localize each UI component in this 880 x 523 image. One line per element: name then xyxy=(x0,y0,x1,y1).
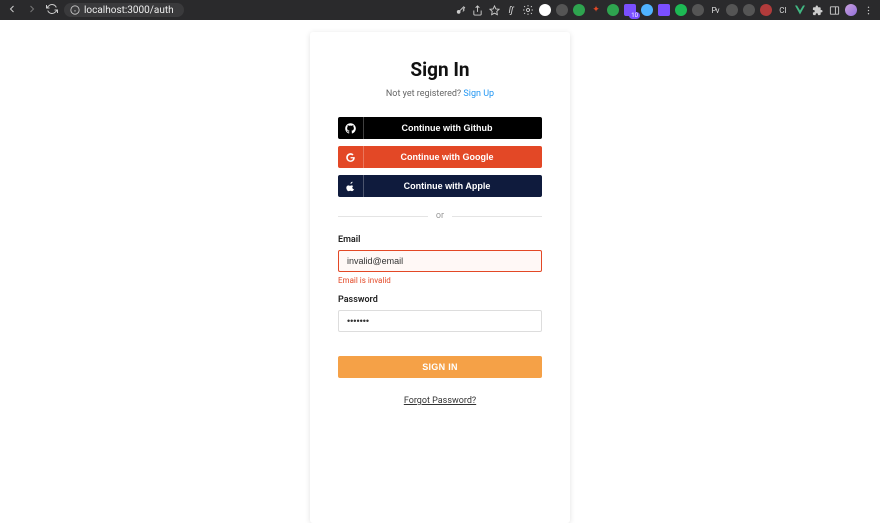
extension-icon[interactable] xyxy=(522,4,534,16)
extension-icon[interactable] xyxy=(658,4,670,16)
profile-avatar[interactable] xyxy=(845,4,857,16)
page-content: Sign In Not yet registered? Sign Up Cont… xyxy=(0,20,880,523)
sub-prefix: Not yet registered? xyxy=(386,89,464,99)
continue-apple-button[interactable]: Continue with Apple xyxy=(338,175,542,197)
password-label: Password xyxy=(338,295,542,305)
menu-icon[interactable] xyxy=(862,4,874,16)
star-icon[interactable] xyxy=(488,4,500,16)
sub-text: Not yet registered? Sign Up xyxy=(338,89,542,99)
signin-button[interactable]: SIGN IN xyxy=(338,356,542,378)
extension-icon[interactable] xyxy=(692,4,704,16)
back-button[interactable] xyxy=(6,3,18,18)
button-label: Continue with Github xyxy=(364,123,542,133)
extension-icon[interactable]: CI xyxy=(777,4,789,16)
extension-icon[interactable] xyxy=(573,4,585,16)
forward-button[interactable] xyxy=(26,3,38,18)
extensions-puzzle-icon[interactable] xyxy=(811,4,823,16)
extension-icon[interactable] xyxy=(607,4,619,16)
extension-icon[interactable] xyxy=(675,4,687,16)
extension-icon[interactable] xyxy=(726,4,738,16)
continue-github-button[interactable]: Continue with Github xyxy=(338,117,542,139)
forgot-password-link[interactable]: Forgot Password? xyxy=(404,396,476,406)
extension-icon[interactable]: ſʃ xyxy=(505,4,517,16)
url-text: localhost:3000/auth xyxy=(84,5,174,16)
extension-icon[interactable] xyxy=(641,4,653,16)
github-icon xyxy=(338,117,364,139)
extension-icon[interactable]: ✦ xyxy=(590,4,602,16)
button-label: Continue with Apple xyxy=(364,181,542,191)
extension-icon[interactable] xyxy=(539,4,551,16)
continue-google-button[interactable]: Continue with Google xyxy=(338,146,542,168)
panel-icon[interactable] xyxy=(828,4,840,16)
reload-button[interactable] xyxy=(46,3,58,18)
email-error: Email is invalid xyxy=(338,276,542,285)
browser-toolbar: localhost:3000/auth ſʃ ✦ Pv CI xyxy=(0,0,880,20)
info-icon xyxy=(70,5,80,15)
extension-icon[interactable] xyxy=(624,4,636,16)
extension-icon[interactable] xyxy=(556,4,568,16)
signup-link[interactable]: Sign Up xyxy=(463,89,494,99)
divider-or: or xyxy=(338,211,542,221)
extension-icon[interactable]: Pv xyxy=(709,4,721,16)
vue-icon[interactable] xyxy=(794,4,806,16)
apple-icon xyxy=(338,175,364,197)
extension-icon[interactable] xyxy=(743,4,755,16)
auth-card: Sign In Not yet registered? Sign Up Cont… xyxy=(310,32,570,523)
password-field[interactable] xyxy=(338,310,542,332)
google-icon xyxy=(338,146,364,168)
page-title: Sign In xyxy=(338,58,542,81)
share-icon[interactable] xyxy=(471,4,483,16)
extension-icon[interactable] xyxy=(760,4,772,16)
button-label: Continue with Google xyxy=(364,152,542,162)
toolbar-actions: ſʃ ✦ Pv CI xyxy=(454,4,874,16)
address-bar[interactable]: localhost:3000/auth xyxy=(64,3,184,17)
email-label: Email xyxy=(338,235,542,245)
email-field[interactable] xyxy=(338,250,542,272)
key-icon[interactable] xyxy=(454,4,466,16)
